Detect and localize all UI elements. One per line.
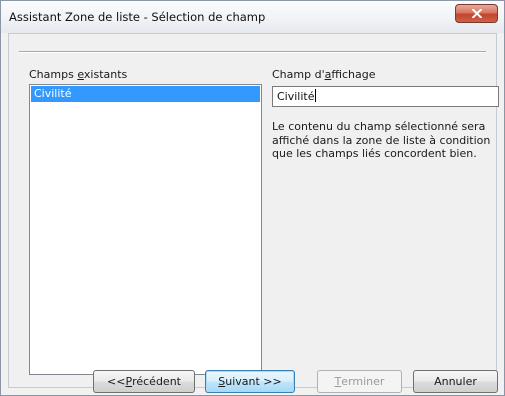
separator-line <box>19 51 486 53</box>
previous-button[interactable]: << Précédent <box>93 370 195 393</box>
finish-button[interactable]: Terminer <box>317 370 402 393</box>
text-caret <box>314 89 316 102</box>
existing-fields-label: Champs existants <box>29 68 128 81</box>
dialog-window: Assistant Zone de liste - Sélection de c… <box>0 0 505 396</box>
title-bar[interactable]: Assistant Zone de liste - Sélection de c… <box>1 1 504 33</box>
close-icon <box>471 9 482 18</box>
list-item[interactable]: Civilité <box>31 86 260 102</box>
dialog-body: Champs existants Civilité Champ d'affich… <box>8 33 499 393</box>
next-button[interactable]: Suivant >> <box>205 370 295 393</box>
close-button[interactable] <box>455 4 498 23</box>
description-text: Le contenu du champ sélectionné sera aff… <box>272 120 491 160</box>
display-field-value: Civilité <box>277 90 315 103</box>
display-field-input[interactable]: Civilité <box>272 86 499 107</box>
window-title: Assistant Zone de liste - Sélection de c… <box>9 10 266 24</box>
display-field-label: Champ d'affichage <box>272 68 376 81</box>
existing-fields-listbox[interactable]: Civilité <box>29 84 262 375</box>
cancel-button[interactable]: Annuler <box>413 370 498 393</box>
